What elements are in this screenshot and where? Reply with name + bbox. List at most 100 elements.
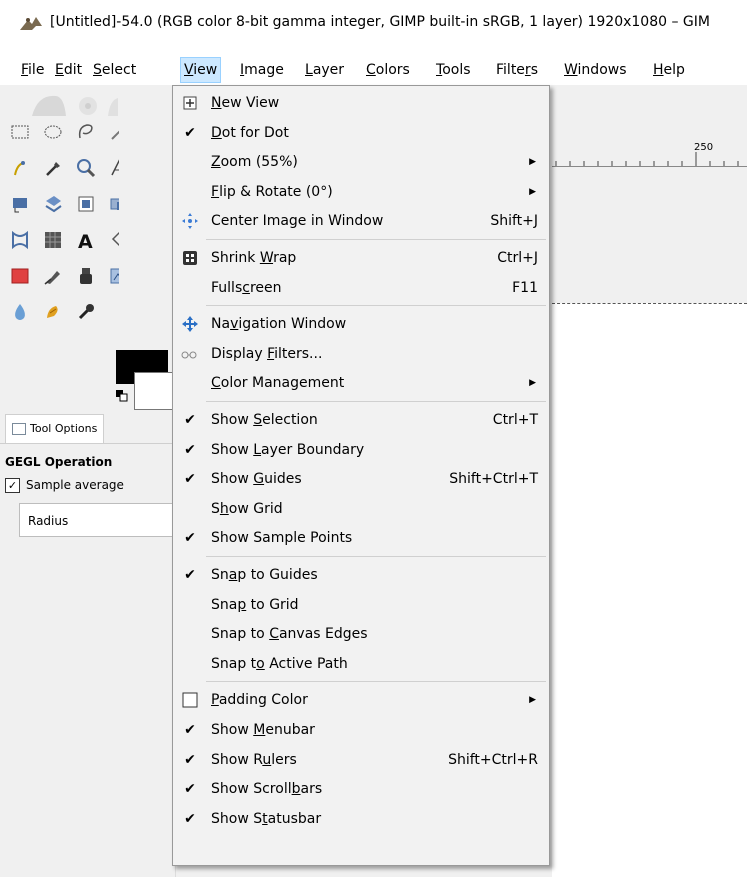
menu-item-shortcut: Shift+J	[490, 213, 538, 230]
warp-transform-icon[interactable]	[9, 229, 31, 251]
color-picker-icon[interactable]	[42, 157, 64, 179]
move-icon[interactable]	[9, 193, 31, 215]
menu-item-label: Show Grid	[211, 500, 283, 517]
view-menu-item-show-menubar[interactable]: ✔ Show Menubar	[174, 716, 548, 744]
ellipse-select-icon[interactable]	[42, 121, 64, 143]
image-canvas[interactable]	[552, 303, 747, 878]
menu-item-label: Snap to Grid	[211, 596, 299, 613]
submenu-arrow-icon: ▶	[529, 695, 536, 706]
view-menu-item-navigation-window[interactable]: Navigation Window	[174, 310, 548, 338]
view-menu-item-show-grid[interactable]: Show Grid	[174, 495, 548, 523]
heal-icon[interactable]	[108, 265, 119, 287]
view-menu-item-snap-to-grid[interactable]: Snap to Grid	[174, 591, 548, 619]
unified-transform-icon[interactable]	[108, 193, 119, 215]
submenu-arrow-icon: ▶	[529, 186, 536, 197]
view-menu-item-shrink-wrap[interactable]: Shrink Wrap Ctrl+J	[174, 244, 548, 272]
view-menu-item-zoom-55[interactable]: Zoom (55%) ▶	[174, 148, 548, 176]
submenu-arrow-icon: ▶	[529, 378, 536, 389]
menu-item-label: Flip & Rotate (0°)	[211, 183, 333, 200]
view-menu-item-show-statusbar[interactable]: ✔ Show Statusbar	[174, 805, 548, 833]
view-menu-item-show-selection[interactable]: ✔ Show Selection Ctrl+T	[174, 406, 548, 434]
view-menu-item-display-filters[interactable]: Display Filters...	[174, 340, 548, 368]
menu-separator	[206, 305, 546, 307]
free-select-icon[interactable]	[75, 121, 97, 143]
paths-icon[interactable]	[9, 157, 31, 179]
zoom-icon[interactable]	[75, 157, 97, 179]
checkmark-icon: ✔	[184, 412, 196, 428]
menu-item-label: Show Scrollbars	[211, 781, 323, 798]
menu-item-label: Navigation Window	[211, 316, 347, 333]
tab-tool-options[interactable]: Tool Options	[5, 414, 105, 443]
menu-item-shortcut: Ctrl+T	[492, 412, 538, 428]
view-menu-item-show-guides[interactable]: ✔ Show Guides Shift+Ctrl+T	[174, 465, 548, 493]
menu-item-label: Snap to Guides	[211, 567, 318, 583]
dodge-burn-icon[interactable]	[75, 301, 97, 323]
center-icon	[180, 211, 200, 231]
menu-colors[interactable]: Colors	[363, 59, 413, 81]
menu-separator	[206, 681, 546, 683]
menu-item-label: Show Guides	[211, 471, 302, 488]
checkmark-icon: ✔	[184, 124, 196, 141]
default-colors-icon[interactable]	[116, 390, 128, 402]
menu-file[interactable]: File	[18, 59, 47, 81]
view-menu-item-show-rulers[interactable]: ✔ Show Rulers Shift+Ctrl+R	[174, 746, 548, 774]
window-title: [Untitled]-54.0 (RGB color 8-bit gamma i…	[50, 14, 710, 30]
menu-separator	[206, 556, 546, 557]
rect-select-icon[interactable]	[9, 121, 31, 143]
menu-windows[interactable]: Windows	[561, 59, 630, 81]
view-menu-item-new-view[interactable]: New View	[174, 89, 548, 117]
sample-average-option[interactable]: ✓ Sample average	[5, 475, 180, 495]
shrink-wrap-icon	[180, 248, 200, 268]
menu-item-label: Center Image in Window	[211, 213, 384, 230]
menu-item-label: Zoom (55%)	[211, 154, 298, 171]
view-menu-item-snap-to-active-path[interactable]: Snap to Active Path	[174, 650, 548, 678]
view-menu-item-fullscreen[interactable]: Fullscreen F11	[174, 274, 548, 302]
view-menu-item-show-scrollbars[interactable]: ✔ Show Scrollbars	[174, 775, 548, 803]
clone-icon[interactable]	[75, 265, 97, 287]
fuzzy-select-icon[interactable]	[108, 121, 119, 143]
checkmark-icon: ✔	[184, 722, 196, 738]
menu-view[interactable]: View	[180, 57, 222, 83]
menu-help[interactable]: Help	[650, 59, 688, 81]
menu-layer[interactable]: Layer	[302, 59, 347, 81]
horizontal-ruler[interactable]	[552, 140, 747, 167]
title-bar: [Untitled]-54.0 (RGB color 8-bit gamma i…	[0, 0, 747, 48]
menu-item-label: Show Rulers	[211, 751, 297, 768]
menu-edit[interactable]: Edit	[52, 59, 85, 81]
display-filters-icon	[180, 344, 200, 364]
gimp-logo-icon	[20, 17, 42, 30]
gegl-icon[interactable]	[42, 229, 64, 251]
menu-filters[interactable]: Filters	[493, 59, 541, 81]
smudge-icon[interactable]	[42, 301, 64, 323]
align-icon[interactable]	[42, 193, 64, 215]
checkmark-icon: ✔	[184, 810, 196, 827]
view-menu-item-show-sample-points[interactable]: ✔ Show Sample Points	[174, 524, 548, 552]
checkmark-icon: ✔	[184, 441, 196, 458]
submenu-arrow-icon: ▶	[529, 157, 536, 168]
view-menu-item-snap-to-guides[interactable]: ✔ Snap to Guides	[174, 561, 548, 589]
text-icon[interactable]: A	[75, 229, 97, 251]
crop-icon[interactable]	[75, 193, 97, 215]
wilber-logo-icon	[32, 95, 118, 116]
view-menu-item-color-management[interactable]: Color Management ▶	[174, 369, 548, 397]
view-menu-item-dot-for-dot[interactable]: ✔ Dot for Dot	[174, 119, 548, 147]
view-menu-item-padding-color[interactable]: Padding Color ▶	[174, 686, 548, 714]
radius-field[interactable]: Radius	[19, 503, 181, 537]
rectangle-fill-icon[interactable]	[9, 265, 31, 287]
svg-text:A: A	[78, 231, 93, 251]
menu-item-label: Display Filters...	[211, 345, 323, 362]
bucket-fill-icon[interactable]	[108, 229, 119, 251]
menu-item-shortcut: Shift+Ctrl+R	[448, 751, 538, 768]
sample-average-checkbox[interactable]: ✓	[5, 477, 20, 493]
view-menu-item-snap-to-canvas-edges[interactable]: Snap to Canvas Edges	[174, 620, 548, 648]
menu-tools[interactable]: Tools	[433, 59, 474, 81]
view-menu-item-flip-rotate-0[interactable]: Flip & Rotate (0°) ▶	[174, 178, 548, 206]
ink-icon[interactable]	[42, 265, 64, 287]
menu-separator	[206, 401, 546, 402]
measure-icon[interactable]	[108, 157, 119, 179]
menu-image[interactable]: Image	[237, 59, 287, 81]
blur-icon[interactable]	[9, 301, 31, 323]
view-menu-item-show-layer-boundary[interactable]: ✔ Show Layer Boundary	[174, 436, 548, 464]
view-menu-item-center-image-in-window[interactable]: Center Image in Window Shift+J	[174, 207, 548, 235]
menu-select[interactable]: Select	[90, 59, 139, 81]
